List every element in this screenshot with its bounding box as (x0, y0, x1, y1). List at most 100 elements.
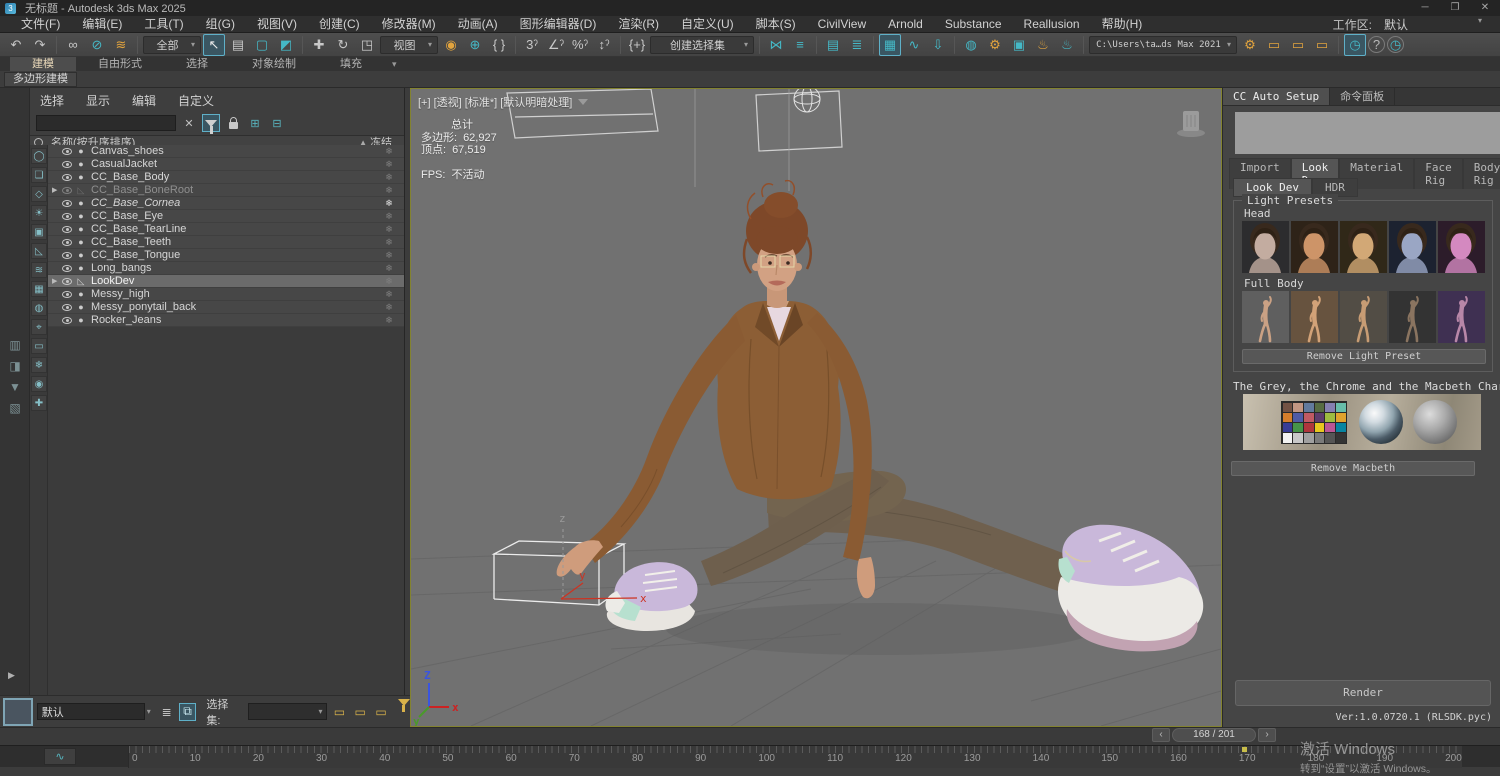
perspective-viewport[interactable]: z x y Z x y [+] [透视] [标准*] [默认明暗处理] 总计 多… (410, 88, 1222, 727)
selection-lock-toggle-icon[interactable]: ⧉ (178, 702, 197, 721)
visibility-eye-icon[interactable] (62, 277, 72, 285)
selection-region-button[interactable]: ▢ (251, 34, 273, 56)
cc-main-tab[interactable]: Face Rig (1414, 158, 1463, 189)
freeze-snowflake-icon[interactable]: ❄ (374, 315, 404, 326)
visibility-eye-icon[interactable] (62, 147, 72, 155)
ribbon-toggle-button[interactable]: ▦ (879, 33, 901, 56)
ribbon-more-icon[interactable]: ▾ (384, 57, 405, 71)
render-button[interactable]: Render (1235, 680, 1491, 706)
menu-item[interactable]: CivilView (807, 16, 877, 32)
menu-item[interactable]: 组(G) (195, 16, 246, 32)
project-path-dropdown[interactable]: C:\Users\ta…ds Max 2021 ▾ (1089, 35, 1237, 54)
project-new-folder-icon[interactable]: ▭ (1263, 34, 1285, 56)
display-hidden-icon[interactable]: ◉ (31, 376, 47, 392)
menu-item[interactable]: 创建(C) (308, 16, 371, 32)
minimize-button[interactable]: ─ (1410, 0, 1440, 16)
scene-object-row[interactable]: ● CC_Base_Cornea ❄ (48, 197, 404, 210)
maximize-button[interactable]: ❐ (1440, 0, 1470, 16)
render-iterative-button[interactable]: ♨ (1056, 34, 1078, 56)
display-helpers-icon[interactable]: ◺ (31, 243, 47, 259)
subtract-selection-set-icon[interactable]: ▭ (372, 703, 390, 721)
left-dock-icon-2[interactable]: ◨ (6, 357, 24, 375)
character-model[interactable] (556, 179, 1204, 652)
light-preset-body-thumbnail[interactable] (1340, 291, 1387, 343)
select-and-move-button[interactable]: ✚ (308, 34, 330, 56)
redo-icon[interactable]: ↷ (29, 34, 51, 56)
display-groups-icon[interactable]: ▦ (31, 281, 47, 297)
menu-item[interactable]: 渲染(R) (607, 16, 670, 32)
freeze-snowflake-icon[interactable]: ❄ (374, 185, 404, 196)
snap-toggle-3d-button[interactable]: 3ˀ (521, 34, 543, 56)
mirror-button[interactable]: ⋈ (765, 34, 787, 56)
filter-icon[interactable] (202, 114, 220, 134)
explorer-menu-item[interactable]: 显示 (86, 92, 110, 109)
visibility-eye-icon[interactable] (62, 290, 72, 298)
freeze-snowflake-icon[interactable]: ❄ (374, 276, 404, 287)
panel-tab[interactable]: 命令面板 (1330, 88, 1396, 105)
layer-explorer-toggle-button[interactable]: ≣ (846, 34, 868, 56)
freeze-snowflake-icon[interactable]: ❄ (374, 159, 404, 170)
window-crossing-button[interactable]: ◩ (275, 34, 297, 56)
collapse-all-icon[interactable]: ⊟ (268, 114, 286, 132)
undo-icon[interactable]: ↶ (5, 34, 27, 56)
search-input[interactable] (36, 115, 176, 131)
track-bar[interactable]: ∿ 0 10 20 30 40 50 60 70 80 90 100 110 1… (0, 745, 1500, 768)
display-materials-icon[interactable]: ✚ (31, 395, 47, 411)
scene-object-row[interactable]: ▶ ◺ CC_Base_BoneRoot ❄ (48, 184, 404, 197)
lock-icon[interactable] (224, 114, 242, 132)
select-object-button[interactable]: ↖ (203, 33, 225, 56)
menu-item[interactable]: 图形编辑器(D) (509, 16, 608, 32)
expand-arrow-icon[interactable]: ▶ (52, 277, 62, 285)
cc-main-tab[interactable]: Body Rig (1462, 158, 1500, 189)
scene-object-row[interactable]: ● CC_Base_Body ❄ (48, 171, 404, 184)
render-production-button[interactable]: ♨ (1032, 34, 1054, 56)
display-cameras-icon[interactable]: ▣ (31, 224, 47, 240)
spinner-snap-button[interactable]: ↕ˀ (593, 34, 615, 56)
next-frame-button[interactable]: › (1258, 728, 1276, 742)
bind-to-space-warp-icon[interactable]: ≋ (110, 34, 132, 56)
isolate-selection-icon[interactable]: ≣ (158, 703, 176, 721)
freeze-snowflake-icon[interactable]: ❄ (374, 224, 404, 235)
ribbon-tab[interactable]: 选择 (164, 57, 230, 71)
selection-filter-icon[interactable] (397, 698, 410, 718)
dock-expander-icon[interactable]: ▶ (8, 670, 15, 681)
viewport-layout-thumbnail[interactable] (3, 697, 33, 726)
visibility-eye-icon[interactable] (62, 238, 72, 246)
light-preset-head-thumbnail[interactable] (1389, 221, 1436, 273)
freeze-snowflake-icon[interactable]: ❄ (374, 250, 404, 261)
select-and-link-icon[interactable]: ∞ (62, 34, 84, 56)
scene-object-row[interactable]: ● Messy_high ❄ (48, 288, 404, 301)
explorer-menu-item[interactable]: 自定义 (178, 92, 214, 109)
scene-object-row[interactable]: ● Long_bangs ❄ (48, 262, 404, 275)
project-folder-settings-icon[interactable]: ⚙ (1239, 34, 1261, 56)
help-button[interactable]: ? (1368, 36, 1385, 53)
current-frame-marker[interactable] (1242, 747, 1247, 752)
visibility-eye-icon[interactable] (62, 225, 72, 233)
select-and-scale-button[interactable]: ◳ (356, 34, 378, 56)
rendered-frame-button[interactable]: ▣ (1008, 34, 1030, 56)
expand-arrow-icon[interactable]: ▶ (52, 186, 62, 194)
display-geometry-icon[interactable]: ❏ (31, 167, 47, 183)
selection-set-dropdown[interactable]: ▾ (248, 703, 328, 720)
menu-item[interactable]: 自定义(U) (670, 16, 745, 32)
curve-editor-button[interactable]: ∿ (903, 34, 925, 56)
light-preset-head-thumbnail[interactable] (1438, 221, 1485, 273)
project-export-icon[interactable]: ▭ (1311, 34, 1333, 56)
scene-object-row[interactable]: ● CC_Base_Teeth ❄ (48, 236, 404, 249)
scene-explorer-toggle-button[interactable]: ▤ (822, 34, 844, 56)
edit-named-sets-button[interactable]: {+} (626, 34, 648, 56)
remove-macbeth-button[interactable]: Remove Macbeth (1231, 461, 1475, 476)
select-and-rotate-button[interactable]: ↻ (332, 34, 354, 56)
align-button[interactable]: ≡ (789, 34, 811, 56)
left-dock-icon-1[interactable]: ▥ (6, 336, 24, 354)
visibility-eye-icon[interactable] (62, 251, 72, 259)
light-preset-body-thumbnail[interactable] (1389, 291, 1436, 343)
select-and-manipulate-button[interactable]: ⊕ (464, 34, 486, 56)
freeze-snowflake-icon[interactable]: ❄ (374, 263, 404, 274)
named-sets-dropdown[interactable]: 创建选择集 ▾ (650, 35, 754, 54)
menu-item[interactable]: 文件(F) (10, 16, 71, 32)
scene-object-row[interactable]: ● Canvas_shoes ❄ (48, 145, 404, 158)
display-xrefs-icon[interactable]: ◍ (31, 300, 47, 316)
history-button[interactable]: ◷ (1387, 36, 1404, 53)
named-selection-field[interactable] (36, 703, 145, 720)
